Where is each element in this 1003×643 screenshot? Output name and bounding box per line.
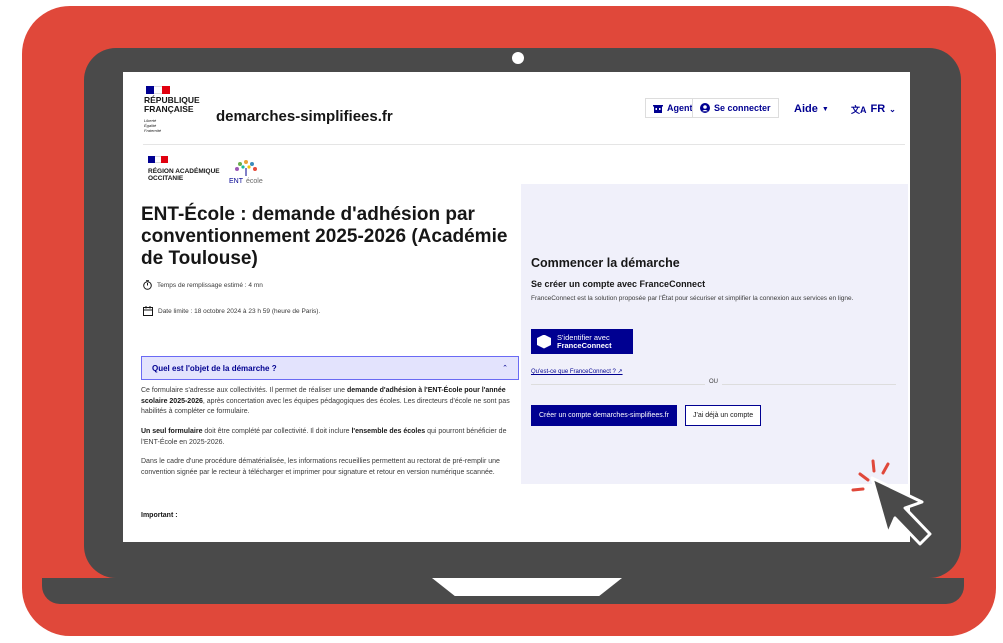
description-paragraph-3: Dans le cadre d'une procédure dématérial… — [141, 458, 500, 476]
help-label: Aide — [794, 103, 818, 115]
marianne-logo — [146, 86, 170, 94]
fc-line2: FranceConnect — [557, 340, 612, 350]
help-menu[interactable]: Aide ▼ — [794, 100, 829, 118]
republic-label: RÉPUBLIQUE FRANÇAISE — [144, 95, 200, 114]
important-label: Important : — [141, 512, 178, 519]
login-label: Se connecter — [714, 103, 771, 113]
accordion-header[interactable]: Quel est l'objet de la démarche ? ⌃ — [141, 356, 519, 380]
ent-ecole-label: ENT école — [229, 178, 263, 185]
page-title: ENT-École : demande d'adhésion par conve… — [141, 204, 508, 269]
language-selector[interactable]: 文A FR ⌄ — [851, 100, 896, 118]
panel-heading: Commencer la démarche — [531, 256, 680, 270]
deadline-text: Date limite : 18 octobre 2024 à 23 h 59 … — [158, 307, 321, 315]
laptop-camera — [512, 52, 524, 64]
accordion-title: Quel est l'objet de la démarche ? — [152, 363, 277, 373]
header-divider — [143, 144, 905, 145]
login-button[interactable]: Se connecter — [692, 98, 779, 118]
timer-icon — [143, 280, 152, 290]
franceconnect-description: FranceConnect est la solution proposée p… — [531, 295, 854, 302]
estimated-duration: Temps de remplissage estimé : 4 mn — [143, 280, 263, 290]
academy-logo — [148, 156, 169, 163]
chevron-down-icon: ⌄ — [889, 104, 896, 114]
browser-screen: RÉPUBLIQUE FRANÇAISE Liberté Égalité Fra… — [123, 72, 910, 542]
academy-name: RÉGION ACADÉMIQUE OCCITANIE — [148, 168, 220, 182]
site-header: RÉPUBLIQUE FRANÇAISE Liberté Égalité Fra… — [123, 72, 910, 142]
chevron-up-icon: ⌃ — [502, 365, 508, 372]
agent-label: Agent — [667, 103, 693, 113]
laptop-notch — [432, 578, 622, 596]
calendar-icon — [143, 306, 153, 316]
franceconnect-logo — [537, 334, 551, 349]
franceconnect-heading: Se créer un compte avec FranceConnect — [531, 279, 706, 289]
create-account-button[interactable]: Créer un compte demarches-simplifiees.fr — [531, 405, 677, 426]
or-label: OU — [705, 379, 722, 385]
start-panel: Commencer la démarche Se créer un compte… — [521, 184, 908, 484]
duration-text: Temps de remplissage estimé : 4 mn — [157, 281, 263, 289]
language-label: FR — [870, 103, 886, 115]
cursor-arrow-icon — [851, 459, 932, 546]
chevron-down-icon: ▼ — [821, 105, 829, 113]
existing-account-button[interactable]: J'ai déjà un compte — [685, 405, 762, 426]
franceconnect-info-link[interactable]: Qu'est-ce que FranceConnect ? ↗ — [531, 368, 623, 375]
site-name-link[interactable]: demarches-simplifiees.fr — [216, 108, 393, 125]
user-circle-icon — [700, 103, 710, 113]
republic-motto: Liberté Égalité Fraternité — [144, 118, 162, 133]
description-paragraph-2: Un seul formulaire doit être complété pa… — [141, 428, 507, 446]
building-icon — [653, 104, 663, 113]
translate-icon: 文A — [851, 104, 867, 115]
description-paragraph-1: Ce formulaire s'adresse aux collectivité… — [141, 387, 510, 415]
franceconnect-button[interactable]: S'identifier avec FranceConnect — [531, 329, 633, 354]
deadline: Date limite : 18 octobre 2024 à 23 h 59 … — [143, 306, 320, 316]
